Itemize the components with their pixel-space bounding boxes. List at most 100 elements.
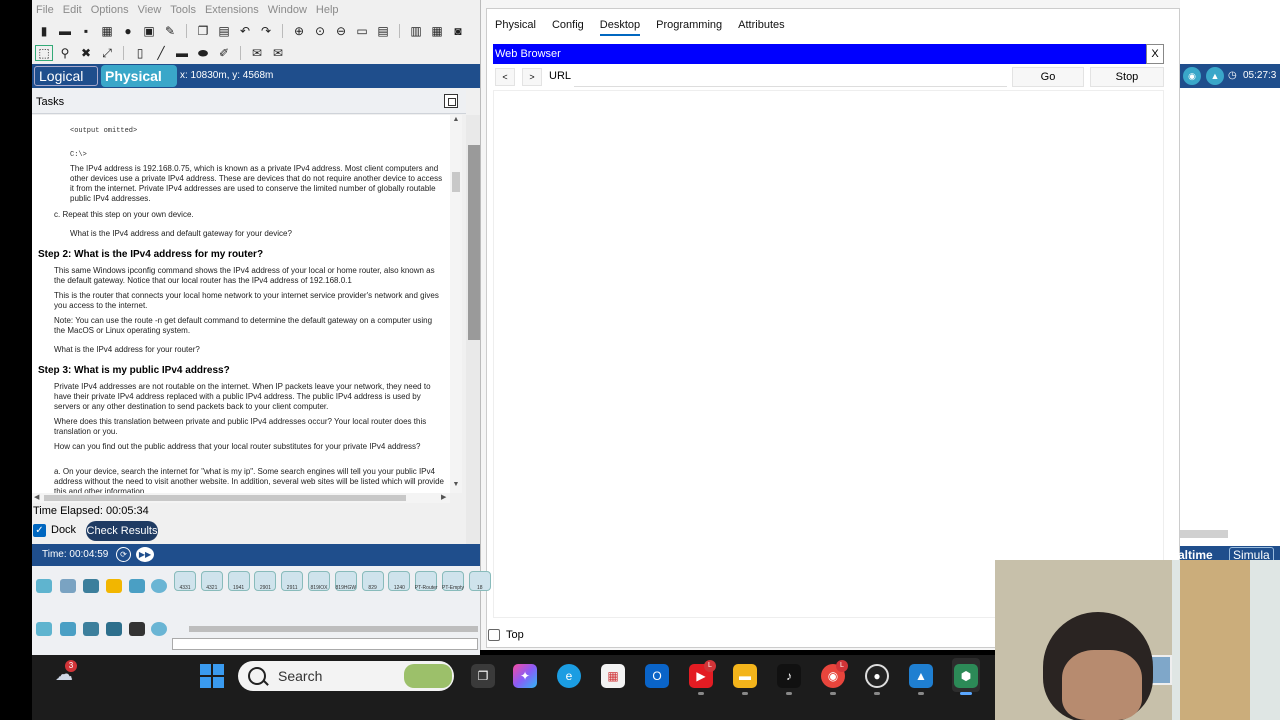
note-icon[interactable]: ▯ [132,46,148,60]
draw-line-icon[interactable]: ╱ [153,46,169,60]
end-devices-icon[interactable] [60,579,76,593]
freeform-icon[interactable]: ✐ [216,46,232,60]
tab-config[interactable]: Config [552,16,584,36]
device-model-label: 1240 [393,585,405,591]
menu-file[interactable]: File [36,4,54,16]
zoom-out-icon[interactable]: ⊖ [333,24,349,38]
weather-badge: 3 [65,660,77,672]
start-icon[interactable] [200,664,224,688]
drawing-palette-icon[interactable]: ▭ [354,24,370,38]
undock-icon[interactable] [444,94,458,108]
top-checkbox[interactable] [488,629,500,641]
redo-icon[interactable]: ↷ [258,24,274,38]
physical-view-tab[interactable]: Physical [101,65,177,87]
resize-icon[interactable]: ⤢ [99,46,115,60]
wireless-icon[interactable] [106,622,122,636]
url-input[interactable] [574,67,1007,87]
switches-icon[interactable] [60,622,76,636]
wifi-icon[interactable]: ◉ [1183,67,1201,85]
network-view-icon[interactable]: ▦ [429,24,445,38]
copy-icon[interactable]: ❐ [195,24,211,38]
task-view-icon[interactable]: ❐ [471,664,495,688]
inspect-icon[interactable]: ⚲ [57,46,73,60]
connections-icon[interactable] [106,579,122,593]
store-icon[interactable]: ▦ [601,664,625,688]
tab-desktop[interactable]: Desktop [599,16,641,36]
power-cycle-icon[interactable]: ⟳ [116,547,131,562]
clock-icon: ◷ [1228,70,1237,81]
obs-icon[interactable]: ● [865,664,889,688]
scroll-right-icon[interactable]: ▶ [441,493,449,503]
open-folder-icon[interactable]: ▬ [57,24,73,38]
tiktok-icon[interactable]: ♪ [777,664,801,688]
back-button[interactable]: < [495,68,515,86]
dock-checkbox[interactable]: ✓ [33,524,46,537]
scroll-up-icon[interactable]: ▲ [450,116,462,126]
tab-programming[interactable]: Programming [656,16,722,36]
physical-label: Physical [105,68,162,84]
fast-forward-icon[interactable]: ▶▶ [136,547,154,562]
wan-emulation-icon[interactable] [151,622,167,636]
undo-icon[interactable]: ↶ [237,24,253,38]
delete-icon[interactable]: ✖ [78,46,94,60]
zoom-in-icon[interactable]: ⊕ [291,24,307,38]
menu-bar: File Edit Options View Tools Extensions … [32,0,480,20]
complex-pdu-icon[interactable]: ✉ [270,46,286,60]
packet-tracer-icon[interactable]: ⬢ [954,664,978,688]
ellipse-icon[interactable]: ⬬ [195,46,211,60]
copilot-icon[interactable]: ✦ [513,664,537,688]
tab-physical[interactable]: Physical [495,16,536,36]
simple-pdu-icon[interactable]: ✉ [249,46,265,60]
stop-button[interactable]: Stop [1090,67,1164,87]
new-file-icon[interactable]: ▮ [36,24,52,38]
menu-extensions[interactable]: Extensions [205,4,259,16]
close-button[interactable]: X [1146,44,1164,64]
misc-icon[interactable] [129,579,145,593]
photos-icon[interactable]: ▲ [909,664,933,688]
paste-icon[interactable]: ▤ [216,24,232,38]
pdu-list-icon[interactable]: ▥ [408,24,424,38]
menu-tools[interactable]: Tools [170,4,196,16]
file-explorer-icon[interactable]: ▬ [733,664,757,688]
cursor-coordinates: x: 10830m, y: 4568m [180,70,274,81]
select-icon[interactable]: ⬚ [35,45,53,61]
browser-page[interactable] [493,90,1164,618]
network-info-icon[interactable]: ▣ [141,24,157,38]
zoom-reset-icon[interactable]: ⊙ [312,24,328,38]
components-icon[interactable] [83,579,99,593]
menu-view[interactable]: View [138,4,162,16]
custom-device-icon[interactable]: ▤ [375,24,391,38]
outlook-icon[interactable]: O [645,664,669,688]
info-icon[interactable]: ● [120,24,136,38]
menu-help[interactable]: Help [316,4,339,16]
scroll-down-icon[interactable]: ▼ [450,481,462,491]
search-highlight-icon [404,664,452,688]
hubs-icon[interactable] [83,622,99,636]
tasks-hscroll-thumb[interactable] [44,495,406,501]
activity-wizard-icon[interactable]: ✎ [162,24,178,38]
menu-options[interactable]: Options [91,4,129,16]
security-icon[interactable] [129,622,145,636]
logical-view-tab[interactable]: Logical [34,66,98,86]
go-button[interactable]: Go [1012,67,1084,87]
rectangle-icon[interactable]: ▬ [174,46,190,60]
print-icon[interactable]: ▦ [99,24,115,38]
device-search-field[interactable] [172,638,478,650]
menu-edit[interactable]: Edit [63,4,82,16]
background-scrollbar[interactable] [1180,530,1228,538]
check-results-button[interactable]: Check Results [86,521,158,541]
environment-icon[interactable]: ▲ [1206,67,1224,85]
tasks-scroll-thumb[interactable] [452,172,460,192]
routers-icon[interactable] [36,622,52,636]
scroll-left-icon[interactable]: ◀ [34,493,42,503]
device-model-label: 819HGW [335,585,357,591]
network-devices-icon[interactable] [36,579,52,593]
edge-icon[interactable]: e [557,664,581,688]
forward-button[interactable]: > [522,68,542,86]
tab-attributes[interactable]: Attributes [738,16,784,36]
multiuser-icon[interactable] [151,579,167,593]
menu-window[interactable]: Window [268,4,307,16]
camera-icon[interactable]: ◙ [450,24,466,38]
device-scrollbar[interactable] [189,626,478,632]
save-icon[interactable]: ▪ [78,24,94,38]
